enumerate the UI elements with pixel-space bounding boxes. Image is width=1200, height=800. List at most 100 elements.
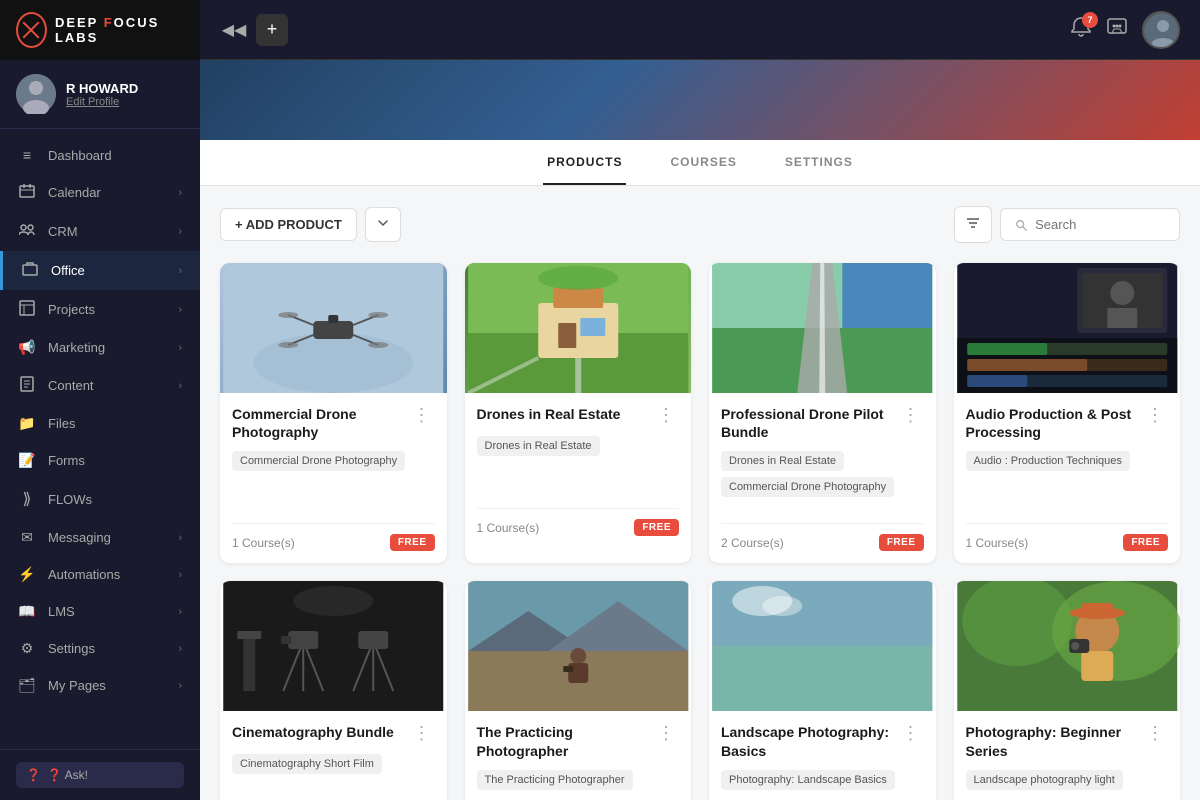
- product-menu-button[interactable]: ⋮: [1142, 405, 1168, 426]
- sidebar-item-label: Messaging: [48, 530, 166, 545]
- product-title: Commercial Drone Photography: [232, 405, 409, 441]
- product-card-header: Cinematography Bundle ⋮: [232, 723, 435, 744]
- product-grid: Commercial Drone Photography ⋮ Commercia…: [220, 263, 1180, 800]
- sidebar-item-content[interactable]: Content ›: [0, 366, 200, 405]
- sidebar-item-marketing[interactable]: 📢 Marketing ›: [0, 329, 200, 366]
- product-card-body: Landscape Photography: Basics ⋮ Photogra…: [709, 711, 936, 800]
- settings-icon: ⚙: [18, 640, 36, 657]
- sidebar-item-dashboard[interactable]: ≡ Dashboard: [0, 137, 200, 173]
- free-badge: FREE: [1123, 534, 1168, 551]
- product-image: [709, 581, 936, 711]
- product-image: [220, 581, 447, 711]
- product-title: Audio Production & Post Processing: [966, 405, 1143, 441]
- product-tags: Drones in Real Estate: [477, 436, 680, 496]
- product-card-audio-production: Audio Production & Post Processing ⋮ Aud…: [954, 263, 1181, 563]
- sidebar-item-label: Projects: [48, 302, 166, 317]
- ask-label: ❓ Ask!: [47, 768, 88, 782]
- sidebar-item-label: Settings: [48, 641, 166, 656]
- product-card-commercial-drone: Commercial Drone Photography ⋮ Commercia…: [220, 263, 447, 563]
- course-count: 1 Course(s): [232, 536, 295, 550]
- product-tag: Drones in Real Estate: [721, 451, 844, 471]
- sidebar-item-settings[interactable]: ⚙ Settings ›: [0, 630, 200, 667]
- product-tag: Audio : Production Techniques: [966, 451, 1130, 471]
- sidebar-item-files[interactable]: 📁 Files: [0, 405, 200, 442]
- tab-products[interactable]: PRODUCTS: [543, 141, 626, 185]
- sidebar-item-messaging[interactable]: ✉ Messaging ›: [0, 519, 200, 556]
- sidebar-item-crm[interactable]: CRM ›: [0, 212, 200, 251]
- collapse-sidebar-button[interactable]: ◀◀: [220, 16, 248, 44]
- product-tags: Drones in Real Estate Commercial Drone P…: [721, 451, 924, 511]
- profile-avatar[interactable]: [1142, 11, 1180, 49]
- product-card-body: The Practicing Photographer ⋮ The Practi…: [465, 711, 692, 800]
- dashboard-icon: ≡: [18, 147, 36, 163]
- product-menu-button[interactable]: ⋮: [898, 405, 924, 426]
- mypages-icon: 🗂: [18, 677, 36, 694]
- crm-icon: [18, 222, 36, 241]
- product-card-footer: 1 Course(s) FREE: [966, 523, 1169, 551]
- topbar-right: 7: [1070, 11, 1180, 49]
- product-menu-button[interactable]: ⋮: [653, 723, 679, 744]
- product-card-practicing-photographer: The Practicing Photographer ⋮ The Practi…: [465, 581, 692, 800]
- logo-text: DEEP FOCUS LABS: [55, 15, 184, 45]
- sidebar-item-calendar[interactable]: Calendar ›: [0, 173, 200, 212]
- free-badge: FREE: [879, 534, 924, 551]
- product-tag: The Practicing Photographer: [477, 770, 633, 790]
- product-menu-button[interactable]: ⋮: [409, 405, 435, 426]
- sidebar-item-label: Dashboard: [48, 148, 182, 163]
- product-title: Professional Drone Pilot Bundle: [721, 405, 898, 441]
- add-product-button[interactable]: + ADD PRODUCT: [220, 208, 357, 241]
- product-card-drones-real-estate: Drones in Real Estate ⋮ Drones in Real E…: [465, 263, 692, 563]
- messages-button[interactable]: [1106, 16, 1128, 44]
- sidebar-item-mypages[interactable]: 🗂 My Pages ›: [0, 667, 200, 704]
- tab-navigation: PRODUCTS COURSES SETTINGS: [200, 140, 1200, 186]
- user-name: R HOWARD: [66, 81, 138, 96]
- sidebar-item-projects[interactable]: Projects ›: [0, 290, 200, 329]
- projects-icon: [18, 300, 36, 319]
- automations-icon: ⚡: [18, 566, 36, 583]
- messaging-icon: ✉: [18, 529, 36, 546]
- product-menu-button[interactable]: ⋮: [1142, 723, 1168, 744]
- product-menu-button[interactable]: ⋮: [898, 723, 924, 744]
- search-bar: [1000, 208, 1180, 241]
- product-menu-button[interactable]: ⋮: [653, 405, 679, 426]
- lms-icon: 📖: [18, 603, 36, 620]
- sidebar-item-office[interactable]: Office ›: [0, 251, 200, 290]
- sidebar-item-forms[interactable]: 📝 Forms: [0, 442, 200, 479]
- chevron-right-icon: ›: [178, 342, 182, 354]
- add-button[interactable]: +: [256, 14, 288, 46]
- sidebar-item-flows[interactable]: ⟫ FLOWs: [0, 479, 200, 519]
- product-tag: Cinematography Short Film: [232, 754, 382, 774]
- sidebar-item-label: Files: [48, 416, 182, 431]
- sidebar-item-label: Automations: [48, 567, 166, 582]
- dropdown-button[interactable]: [365, 207, 401, 242]
- product-card-body: Drones in Real Estate ⋮ Drones in Real E…: [465, 393, 692, 548]
- ask-button[interactable]: ❓ ❓ Ask!: [16, 762, 184, 788]
- sidebar-item-lms[interactable]: 📖 LMS ›: [0, 593, 200, 630]
- tab-settings[interactable]: SETTINGS: [781, 141, 857, 185]
- notification-button[interactable]: 7: [1070, 16, 1092, 44]
- edit-profile-link[interactable]: Edit Profile: [66, 96, 138, 108]
- product-card-header: Professional Drone Pilot Bundle ⋮: [721, 405, 924, 441]
- product-tags: Cinematography Short Film: [232, 754, 435, 800]
- calendar-icon: [18, 183, 36, 202]
- product-card-body: Photography: Beginner Series ⋮ Landscape…: [954, 711, 1181, 800]
- flows-icon: ⟫: [18, 489, 36, 509]
- sidebar-item-label: Content: [48, 378, 166, 393]
- course-count: 2 Course(s): [721, 536, 784, 550]
- sidebar-item-label: FLOWs: [48, 492, 182, 507]
- product-tags: The Practicing Photographer: [477, 770, 680, 800]
- tab-courses[interactable]: COURSES: [666, 141, 740, 185]
- chevron-right-icon: ›: [178, 380, 182, 392]
- product-menu-button[interactable]: ⋮: [409, 723, 435, 744]
- chevron-right-icon: ›: [178, 606, 182, 618]
- tab-courses-label: COURSES: [670, 155, 736, 169]
- sidebar-item-automations[interactable]: ⚡ Automations ›: [0, 556, 200, 593]
- notification-badge: 7: [1082, 12, 1098, 28]
- sidebar-item-label: Forms: [48, 453, 182, 468]
- chevron-right-icon: ›: [178, 304, 182, 316]
- filter-button[interactable]: [954, 206, 992, 243]
- product-card-footer: 1 Course(s) FREE: [477, 508, 680, 536]
- search-input[interactable]: [1035, 217, 1165, 232]
- product-card-body: Cinematography Bundle ⋮ Cinematography S…: [220, 711, 447, 800]
- toolbar-right: [954, 206, 1180, 243]
